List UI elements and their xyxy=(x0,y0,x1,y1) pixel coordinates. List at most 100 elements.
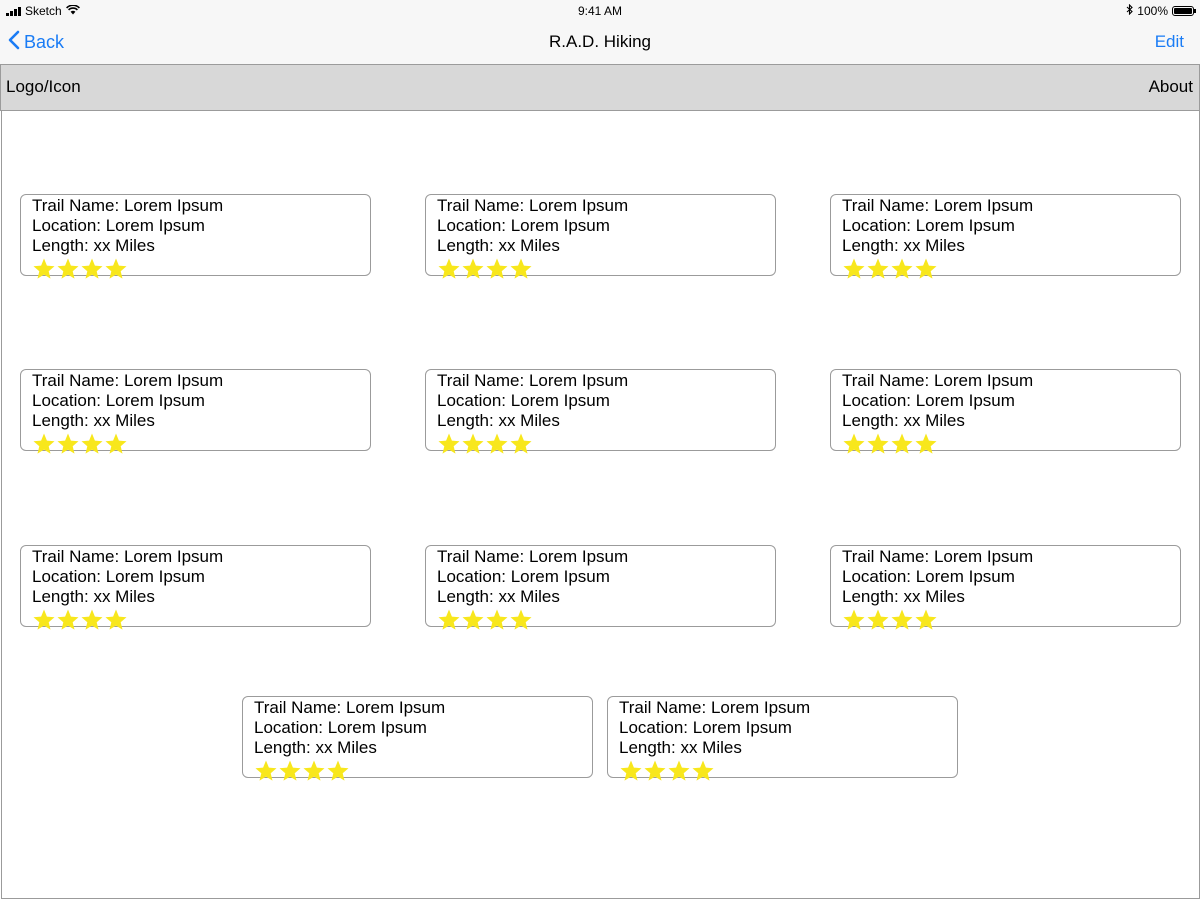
trail-location: Location: Lorem Ipsum xyxy=(437,216,610,235)
star-rating xyxy=(32,432,370,456)
star-rating xyxy=(437,432,775,456)
trail-card[interactable]: Trail Name: Lorem Ipsum Location: Lorem I… xyxy=(242,696,593,781)
trail-card[interactable]: Trail Name: Lorem Ipsum Location: Lorem I… xyxy=(425,194,776,279)
trail-card[interactable]: Trail Name: Lorem Ipsum Location: Lorem I… xyxy=(830,545,1181,630)
trail-name: Trail Name: Lorem Ipsum xyxy=(32,547,224,566)
star-icon xyxy=(104,608,128,632)
star-icon xyxy=(509,608,533,632)
trail-name: Trail Name: Lorem Ipsum xyxy=(842,547,1034,566)
trail-length: Length: xx Miles xyxy=(842,411,965,430)
star-rating xyxy=(619,759,957,783)
star-icon xyxy=(890,608,914,632)
trail-length: Length: xx Miles xyxy=(254,738,377,757)
star-rating xyxy=(842,257,1180,281)
star-icon xyxy=(80,257,104,281)
app-header: Logo/Icon About xyxy=(0,64,1200,111)
trail-name: Trail Name: Lorem Ipsum xyxy=(437,547,629,566)
bluetooth-icon xyxy=(1126,3,1134,18)
star-icon xyxy=(643,759,667,783)
status-right: 100% xyxy=(1126,3,1196,18)
star-rating xyxy=(32,257,370,281)
star-icon xyxy=(326,759,350,783)
star-icon xyxy=(32,608,56,632)
trail-length: Length: xx Miles xyxy=(437,236,560,255)
edit-button[interactable]: Edit xyxy=(1155,32,1184,52)
status-bar: Sketch 9:41 AM 100% xyxy=(0,0,1200,22)
trail-card[interactable]: Trail Name: Lorem Ipsum Location: Lorem I… xyxy=(607,696,958,781)
trail-location: Location: Lorem Ipsum xyxy=(842,216,1015,235)
trail-card[interactable]: Trail Name: Lorem Ipsum Location: Lorem I… xyxy=(20,194,371,279)
trail-location: Location: Lorem Ipsum xyxy=(619,718,792,737)
star-icon xyxy=(914,608,938,632)
star-icon xyxy=(437,432,461,456)
trail-location: Location: Lorem Ipsum xyxy=(842,391,1015,410)
trail-length: Length: xx Miles xyxy=(32,411,155,430)
star-icon xyxy=(302,759,326,783)
trail-card[interactable]: Trail Name: Lorem Ipsum Location: Lorem I… xyxy=(20,369,371,454)
star-icon xyxy=(485,608,509,632)
trail-card[interactable]: Trail Name: Lorem Ipsum Location: Lorem I… xyxy=(20,545,371,630)
star-icon xyxy=(691,759,715,783)
trail-name: Trail Name: Lorem Ipsum xyxy=(437,196,629,215)
trail-location: Location: Lorem Ipsum xyxy=(32,216,205,235)
star-icon xyxy=(866,608,890,632)
trail-length: Length: xx Miles xyxy=(437,587,560,606)
trail-location: Location: Lorem Ipsum xyxy=(842,567,1015,586)
star-icon xyxy=(509,257,533,281)
trail-location: Location: Lorem Ipsum xyxy=(254,718,427,737)
trail-length: Length: xx Miles xyxy=(842,587,965,606)
star-rating xyxy=(437,608,775,632)
star-icon xyxy=(56,432,80,456)
star-icon xyxy=(32,432,56,456)
star-rating xyxy=(254,759,592,783)
star-icon xyxy=(509,432,533,456)
trail-length: Length: xx Miles xyxy=(619,738,742,757)
trail-length: Length: xx Miles xyxy=(32,236,155,255)
trail-length: Length: xx Miles xyxy=(32,587,155,606)
star-icon xyxy=(461,608,485,632)
page-title: R.A.D. Hiking xyxy=(548,32,652,51)
star-icon xyxy=(667,759,691,783)
about-link[interactable]: About xyxy=(1149,77,1193,97)
trail-name: Trail Name: Lorem Ipsum xyxy=(32,371,224,390)
star-icon xyxy=(254,759,278,783)
trail-name: Trail Name: Lorem Ipsum xyxy=(842,371,1034,390)
trail-card[interactable]: Trail Name: Lorem Ipsum Location: Lorem I… xyxy=(830,369,1181,454)
star-icon xyxy=(437,608,461,632)
star-icon xyxy=(842,257,866,281)
star-rating xyxy=(437,257,775,281)
star-icon xyxy=(485,432,509,456)
battery-icon xyxy=(1172,6,1196,16)
logo[interactable]: Logo/Icon xyxy=(6,77,81,97)
trail-name: Trail Name: Lorem Ipsum xyxy=(437,371,629,390)
star-icon xyxy=(104,257,128,281)
trail-card[interactable]: Trail Name: Lorem Ipsum Location: Lorem I… xyxy=(425,545,776,630)
star-icon xyxy=(866,432,890,456)
navigation-bar: Back R.A.D. Hiking Edit xyxy=(0,22,1200,64)
star-icon xyxy=(56,608,80,632)
clock: 9:41 AM xyxy=(577,4,623,18)
star-icon xyxy=(437,257,461,281)
star-icon xyxy=(80,608,104,632)
star-icon xyxy=(461,257,485,281)
trail-name: Trail Name: Lorem Ipsum xyxy=(254,698,446,717)
star-icon xyxy=(914,432,938,456)
trail-card[interactable]: Trail Name: Lorem Ipsum Location: Lorem I… xyxy=(425,369,776,454)
trail-card[interactable]: Trail Name: Lorem Ipsum Location: Lorem I… xyxy=(830,194,1181,279)
trail-location: Location: Lorem Ipsum xyxy=(437,391,610,410)
battery-fill xyxy=(1174,8,1192,14)
star-icon xyxy=(461,432,485,456)
star-icon xyxy=(104,432,128,456)
star-icon xyxy=(80,432,104,456)
battery-percent: 100% xyxy=(1137,4,1168,18)
trail-name: Trail Name: Lorem Ipsum xyxy=(32,196,224,215)
star-icon xyxy=(619,759,643,783)
star-icon xyxy=(866,257,890,281)
trail-length: Length: xx Miles xyxy=(842,236,965,255)
star-rating xyxy=(842,608,1180,632)
star-icon xyxy=(56,257,80,281)
star-icon xyxy=(890,257,914,281)
star-rating xyxy=(32,608,370,632)
star-icon xyxy=(278,759,302,783)
star-icon xyxy=(842,432,866,456)
